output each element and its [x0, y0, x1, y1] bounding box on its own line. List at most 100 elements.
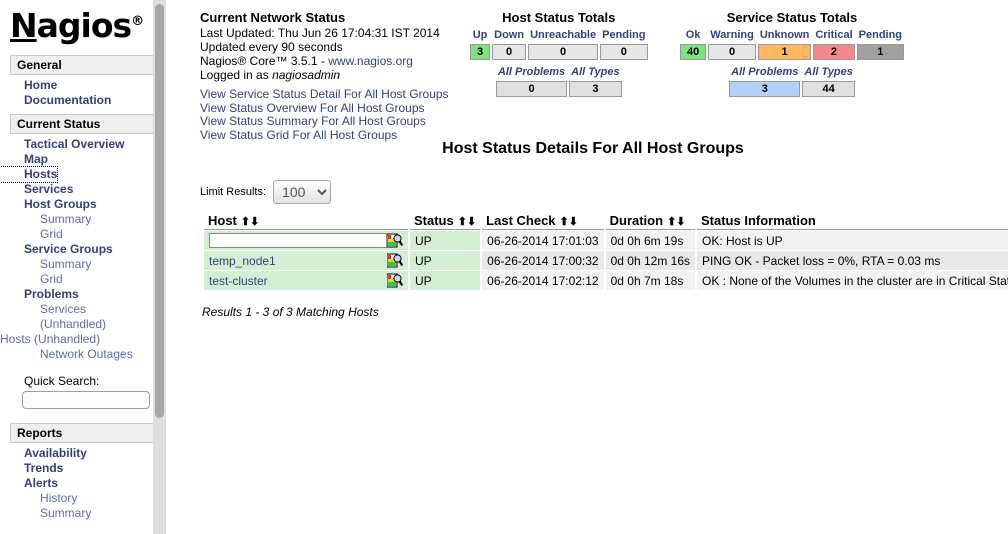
status-detail-icon[interactable]	[386, 253, 404, 268]
status-cell: UP	[410, 231, 481, 250]
host-total-value-unreachable[interactable]: 0	[528, 44, 599, 60]
quick-search-input[interactable]	[22, 391, 150, 409]
sidebar-header-current-status: Current Status	[10, 114, 156, 134]
status-cell: UP	[410, 251, 481, 270]
host-link[interactable]: test-cluster	[209, 274, 268, 288]
service-total-value-pending[interactable]: 1	[856, 44, 905, 60]
sidebar-scrollbar[interactable]	[153, 0, 166, 534]
column-header-duration[interactable]: Duration ⬆⬇	[605, 213, 695, 230]
sidebar-item-documentation[interactable]: Documentation	[0, 93, 111, 108]
host-total-header-pending: Pending	[602, 29, 646, 41]
sidebar-item-alerts[interactable]: Alerts	[0, 476, 58, 491]
sidebar-item-services[interactable]: Services	[0, 182, 73, 197]
sidebar-item-trends[interactable]: Trends	[0, 461, 63, 476]
sidebar-list-general: Home Documentation	[0, 78, 166, 108]
sidebar-item-network-outages[interactable]: Network Outages	[0, 347, 133, 362]
host-total-value-pending[interactable]: 0	[600, 44, 648, 60]
duration-cell: 0d 0h 12m 16s	[605, 251, 695, 270]
list-item: Alerts	[0, 476, 166, 491]
quick-search-label: Quick Search:	[24, 374, 100, 388]
sidebar-item-tactical-overview[interactable]: Tactical Overview	[0, 137, 125, 152]
limit-results-select[interactable]: 100502510All	[273, 180, 332, 204]
table-row: 3 44	[729, 81, 855, 97]
column-header-last-check[interactable]: Last Check ⬆⬇	[482, 213, 604, 230]
sort-arrows-last-check[interactable]: ⬆⬇	[560, 216, 578, 228]
sidebar-item-host-groups-summary[interactable]: Summary	[0, 212, 91, 227]
table-row: test-cluster UP 06-26-2014 17:02:12 0d 0…	[204, 271, 1008, 290]
column-header-host-label: Host	[208, 213, 237, 228]
service-total-header-ok: Ok	[685, 29, 701, 41]
service-status-totals-subtable: All Problems All Types 3 44	[727, 64, 857, 99]
table-row: 3 0 0 0	[470, 44, 648, 60]
service-total-value-ok[interactable]: 40	[680, 44, 707, 60]
duration-cell: 0d 0h 6m 19s	[605, 231, 695, 250]
list-item: Grid	[0, 227, 166, 242]
host-link[interactable]: temp_node1	[209, 254, 276, 268]
column-header-last-check-label: Last Check	[486, 213, 556, 228]
sidebar-item-host-groups-grid[interactable]: Grid	[0, 227, 63, 242]
sidebar-item-host-groups[interactable]: Host Groups	[0, 197, 97, 212]
host-name-filter-input[interactable]	[209, 233, 387, 248]
logged-in-text: Logged in as nagiosadmin	[200, 68, 440, 82]
sort-arrows-host[interactable]: ⬆⬇	[241, 216, 259, 228]
nagios-website-link[interactable]: www.nagios.org	[328, 54, 413, 68]
service-total-header-pending: Pending	[858, 29, 903, 41]
sidebar-item-problems-hosts[interactable]: Hosts	[0, 332, 31, 346]
sidebar-item-problems[interactable]: Problems	[0, 287, 79, 302]
host-status-table: Host ⬆⬇ Status ⬆⬇ Last Check ⬆⬇ Duration ⬆⬇ …	[202, 212, 1008, 291]
sidebar-item-home[interactable]: Home	[0, 78, 57, 93]
column-header-host[interactable]: Host ⬆⬇	[204, 213, 408, 230]
status-detail-icon[interactable]	[386, 233, 404, 248]
host-cell	[204, 231, 408, 250]
sidebar-item-service-groups[interactable]: Service Groups	[0, 242, 113, 257]
service-subvalue-all-problems[interactable]: 3	[729, 81, 801, 97]
host-cell: test-cluster	[204, 271, 408, 290]
host-total-header-unreachable: Unreachable	[530, 29, 597, 41]
sidebar-item-problems-hosts-unhandled[interactable]: (Unhandled)	[34, 332, 100, 346]
view-links-group: View Service Status Detail For All Host …	[200, 87, 449, 143]
host-subheader-all-types: All Types	[571, 66, 620, 78]
table-row: 40 0 1 2 1	[680, 44, 905, 60]
sidebar-item-alerts-history[interactable]: History	[0, 491, 77, 506]
status-information-cell: OK : None of the Volumes in the cluster …	[697, 271, 1008, 290]
host-total-value-up[interactable]: 3	[470, 44, 491, 60]
sidebar-item-map[interactable]: Map	[0, 152, 48, 167]
sidebar-item-service-groups-summary[interactable]: Summary	[0, 257, 91, 272]
sidebar-item-problems-services-unhandled[interactable]: (Unhandled)	[0, 317, 106, 332]
service-total-value-critical[interactable]: 2	[813, 44, 855, 60]
link-status-overview[interactable]: View Status Overview For All Host Groups	[200, 101, 449, 116]
sidebar-scrollbar-thumb[interactable]	[155, 4, 164, 418]
sort-arrows-duration[interactable]: ⬆⬇	[667, 216, 685, 228]
link-status-summary[interactable]: View Status Summary For All Host Groups	[200, 114, 449, 129]
list-item: Hosts	[0, 166, 166, 183]
list-item: Service Groups	[0, 242, 166, 257]
list-item: Summary	[0, 257, 166, 272]
sidebar-item-alerts-summary[interactable]: Summary	[0, 506, 91, 521]
results-note: Results 1 - 3 of 3 Matching Hosts	[202, 305, 379, 319]
host-subvalue-all-types[interactable]: 3	[569, 81, 622, 97]
sidebar-item-problems-services[interactable]: Services	[0, 302, 86, 317]
host-status-table-body: UP 06-26-2014 17:01:03 0d 0h 6m 19s OK: …	[204, 231, 1008, 290]
link-service-status-detail[interactable]: View Service Status Detail For All Host …	[200, 87, 449, 102]
service-subvalue-all-types[interactable]: 44	[802, 81, 855, 97]
sidebar-item-hosts[interactable]: Hosts	[0, 166, 59, 183]
host-total-header-up: Up	[472, 29, 488, 41]
service-subheader-all-types: All Types	[804, 66, 853, 78]
host-subvalue-all-problems[interactable]: 0	[495, 81, 568, 97]
sidebar-item-service-groups-grid[interactable]: Grid	[0, 272, 63, 287]
sort-arrows-status[interactable]: ⬆⬇	[458, 216, 476, 228]
service-subheader-all-problems: All Problems	[731, 66, 799, 78]
service-total-value-unknown[interactable]: 1	[757, 44, 812, 60]
sidebar-header-reports: Reports	[10, 423, 156, 443]
sidebar-list-reports: Availability Trends Alerts History Summa…	[0, 446, 166, 521]
host-total-value-down[interactable]: 0	[492, 44, 527, 60]
link-status-grid[interactable]: View Status Grid For All Host Groups	[200, 128, 449, 143]
service-total-value-warning[interactable]: 0	[708, 44, 756, 60]
column-header-status[interactable]: Status ⬆⬇	[410, 213, 481, 230]
nagios-logo[interactable]: Nagios®	[0, 0, 166, 49]
status-detail-icon[interactable]	[386, 273, 404, 288]
column-header-duration-label: Duration	[609, 213, 664, 228]
last-check-cell: 06-26-2014 17:02:12	[482, 271, 604, 290]
sidebar-item-availability[interactable]: Availability	[0, 446, 87, 461]
host-cell-inner	[209, 233, 404, 248]
